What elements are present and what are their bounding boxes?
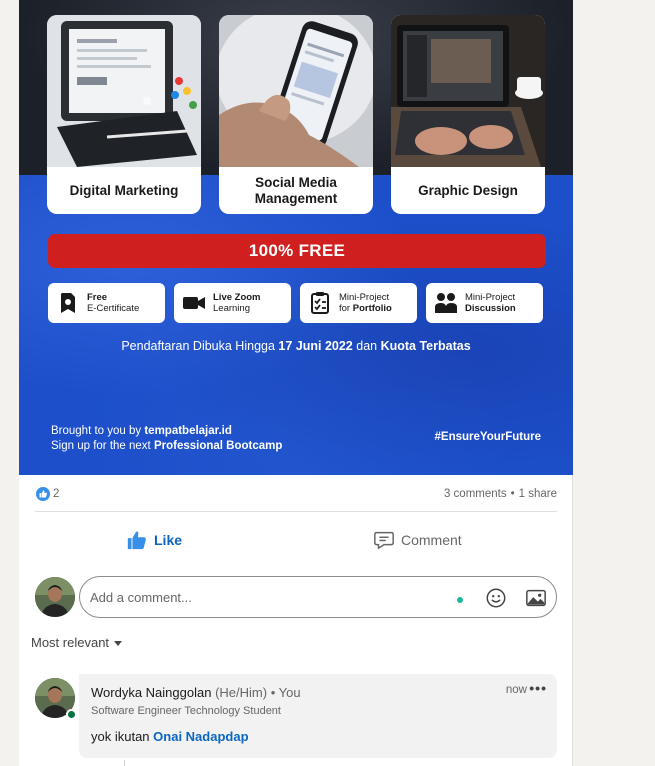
feature-certificate: Free E-Certificate (48, 283, 165, 323)
sort-dropdown[interactable]: Most relevant (31, 635, 123, 650)
emoji-icon[interactable] (485, 587, 507, 609)
comment-input[interactable] (90, 577, 440, 617)
course-card-digital-marketing: Digital Marketing (47, 15, 201, 214)
free-banner: 100% FREE (48, 234, 546, 268)
post-image[interactable]: Digital Marketing Social Media Managemen… (19, 0, 573, 475)
comment-author-line: Wordyka Nainggolan (He/Him) • You (91, 685, 301, 700)
people-icon (435, 293, 457, 313)
like-reaction-icon[interactable] (36, 487, 50, 501)
post-card: Digital Marketing Social Media Managemen… (19, 0, 573, 766)
comment-author[interactable]: Wordyka Nainggolan (91, 685, 211, 700)
thumbs-up-icon (127, 531, 146, 550)
author-headline: Software Engineer Technology Student (91, 705, 281, 717)
like-button[interactable]: Like (126, 520, 182, 560)
comments-count-link[interactable]: 3 comments (444, 488, 507, 500)
like-label: Like (154, 532, 183, 548)
mention-link[interactable]: Onai Nadapdap (153, 729, 248, 744)
feature-live-zoom: Live Zoom Learning (174, 283, 291, 323)
avatar-photo (35, 577, 75, 617)
course-title: Digital Marketing (69, 182, 179, 198)
shares-count-link[interactable]: 1 share (519, 488, 557, 500)
registration-text: Pendaftaran Dibuka Hingga 17 Juni 2022 d… (121, 339, 471, 353)
online-status-badge (66, 709, 77, 720)
comment-bubble: Wordyka Nainggolan (He/Him) • You now ••… (79, 674, 557, 758)
social-counts: 2 3 comments • 1 share (19, 475, 573, 512)
laptop-photo (391, 15, 545, 167)
course-card-graphic-design: Graphic Design (391, 15, 545, 214)
comment-time: now (505, 684, 527, 696)
feature-discussion: Mini-Project Discussion (426, 283, 543, 323)
phone-in-hand-photo (219, 15, 373, 167)
comment-label: Comment (401, 532, 462, 548)
course-title: Graphic Design (418, 182, 518, 198)
comment-input-box[interactable] (79, 576, 557, 618)
course-card-social-media: Social Media Management (219, 15, 373, 214)
thread-line (124, 760, 125, 766)
hashtag-text: #EnsureYourFuture (434, 431, 542, 443)
feature-portfolio: Mini-Project for Portfolio (300, 283, 417, 323)
caret-down-icon (114, 640, 123, 646)
my-avatar[interactable] (35, 577, 75, 617)
sort-label: Most relevant (31, 635, 110, 650)
action-bar: Like Comment (19, 520, 573, 560)
comment-text: yok ikutan Onai Nadapdap (91, 729, 249, 744)
image-icon[interactable] (525, 587, 547, 609)
comments-shares: 3 comments • 1 share (444, 488, 557, 500)
divider (35, 511, 557, 512)
more-options-button[interactable]: ••• (529, 680, 547, 696)
author-pronouns: (He/Him) (215, 685, 268, 700)
reaction-count[interactable]: 2 (53, 488, 59, 500)
tablet-keyboard-photo (47, 15, 201, 167)
video-camera-icon (183, 297, 205, 309)
comment-button[interactable]: Comment (373, 520, 462, 560)
certificate-icon (61, 293, 75, 313)
brought-by-text: Brought to you by tempatbelajar.id Sign … (51, 425, 283, 452)
course-title: Social Media Management (254, 174, 338, 206)
comment-icon (374, 531, 394, 550)
checklist-icon (311, 292, 329, 314)
status-dot (457, 597, 463, 603)
author-relation: • You (270, 685, 301, 700)
separator-dot: • (510, 488, 515, 500)
